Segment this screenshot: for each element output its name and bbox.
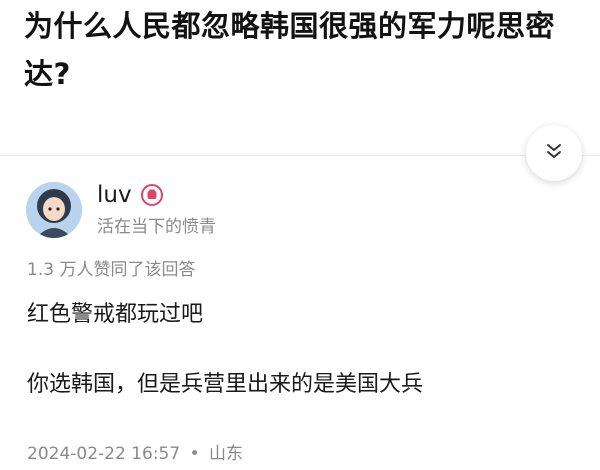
answer-paragraph: 你选韩国，但是兵营里出来的是美国大兵 — [27, 372, 424, 397]
question-title[interactable]: 为什么人民都忽略韩国很强的军力呢思密达? — [24, 2, 584, 98]
fist-badge-icon — [140, 183, 164, 207]
vote-count: 1.3 万人赞同了该回答 — [27, 260, 196, 280]
divider — [0, 155, 600, 156]
avatar[interactable] — [26, 182, 82, 238]
author-name[interactable]: luv — [97, 180, 132, 210]
answer-paragraph: 红色警戒都玩过吧 — [27, 302, 204, 327]
author-name-row[interactable]: luv — [97, 180, 164, 210]
collapse-button[interactable] — [526, 125, 582, 181]
answer-date: 2024-02-22 16:57 — [27, 444, 181, 464]
answer-meta: 2024-02-22 16:57 • 山东 — [27, 442, 243, 466]
meta-separator: • — [189, 444, 200, 464]
author-bio: 活在当下的愤青 — [97, 217, 216, 237]
chevron-double-down-icon — [545, 142, 563, 164]
answer-location: 山东 — [209, 444, 244, 464]
